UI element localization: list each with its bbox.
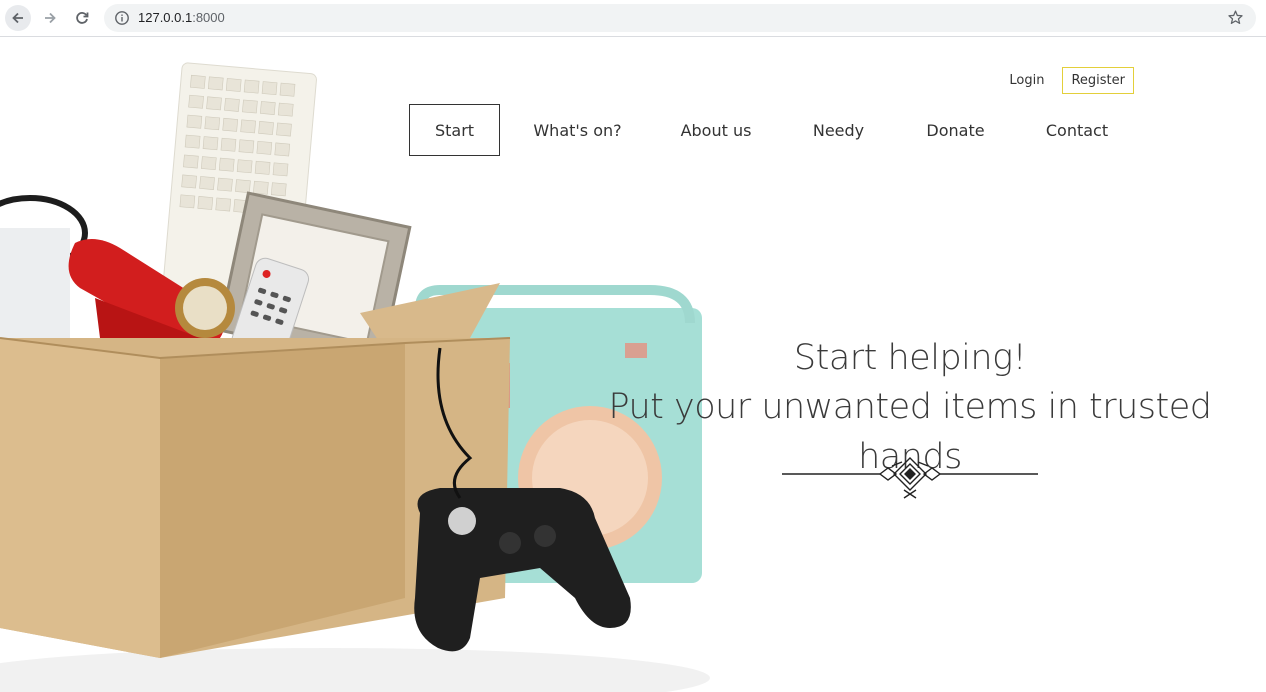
- auth-links: Login Register: [1009, 67, 1134, 94]
- register-button[interactable]: Register: [1062, 67, 1134, 94]
- menu-item-whats-on[interactable]: What's on?: [500, 104, 655, 156]
- star-icon[interactable]: [1227, 9, 1244, 26]
- reload-icon: [76, 12, 89, 24]
- url-text: 127.0.0.1:8000: [138, 10, 225, 25]
- page: Login Register Start What's on? About us…: [0, 38, 1266, 692]
- reload-button[interactable]: [69, 5, 95, 31]
- menu-item-about-us[interactable]: About us: [655, 104, 777, 156]
- menu-item-contact[interactable]: Contact: [1011, 104, 1143, 156]
- menu-item-donate[interactable]: Donate: [900, 104, 1011, 156]
- main-menu: Start What's on? About us Needy Donate C…: [409, 104, 1143, 156]
- forward-button[interactable]: [37, 5, 63, 31]
- browser-toolbar: 127.0.0.1:8000: [0, 0, 1266, 37]
- back-button[interactable]: [5, 5, 31, 31]
- url-host: 127.0.0.1: [138, 10, 193, 25]
- address-bar[interactable]: 127.0.0.1:8000: [104, 4, 1256, 32]
- hero-heading: Start helping!: [793, 338, 1027, 378]
- info-icon[interactable]: [114, 10, 130, 26]
- login-link[interactable]: Login: [1009, 73, 1044, 88]
- url-port: :8000: [192, 10, 225, 25]
- forward-arrow-icon: [45, 12, 56, 24]
- menu-item-start[interactable]: Start: [409, 104, 500, 156]
- back-arrow-icon: [12, 12, 23, 24]
- menu-item-needy[interactable]: Needy: [777, 104, 900, 156]
- ornament-divider-icon: [782, 457, 1038, 499]
